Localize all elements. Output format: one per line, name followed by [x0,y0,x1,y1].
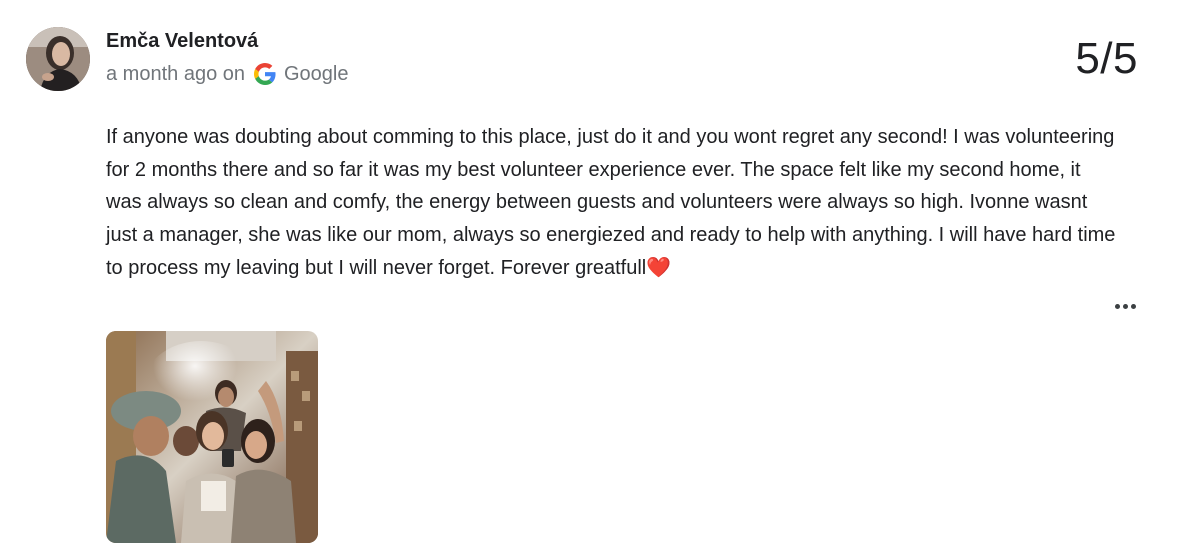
more-options-icon[interactable] [1108,294,1142,318]
reviewer-name[interactable]: Emča Velentová [106,30,258,53]
review-source: Google [284,62,349,85]
review-meta: a month ago on Google [106,61,349,87]
review-card: Emča Velentová a month ago on Google 5/5… [0,0,1200,558]
more-dot [1114,303,1120,309]
reviewer-avatar[interactable] [26,27,90,91]
review-body: If anyone was doubting about comming to … [106,126,1116,279]
heart-emoji: ❤️ [646,255,672,279]
review-photo[interactable] [106,331,318,543]
avatar-photo [26,27,90,91]
google-g-icon [254,63,276,85]
review-time: a month ago on [106,62,245,85]
review-rating: 5/5 [1075,34,1138,83]
more-dot [1122,303,1128,309]
review-text: If anyone was doubting about comming to … [106,121,1116,285]
review-photo-image [106,331,318,543]
more-dot [1130,303,1136,309]
